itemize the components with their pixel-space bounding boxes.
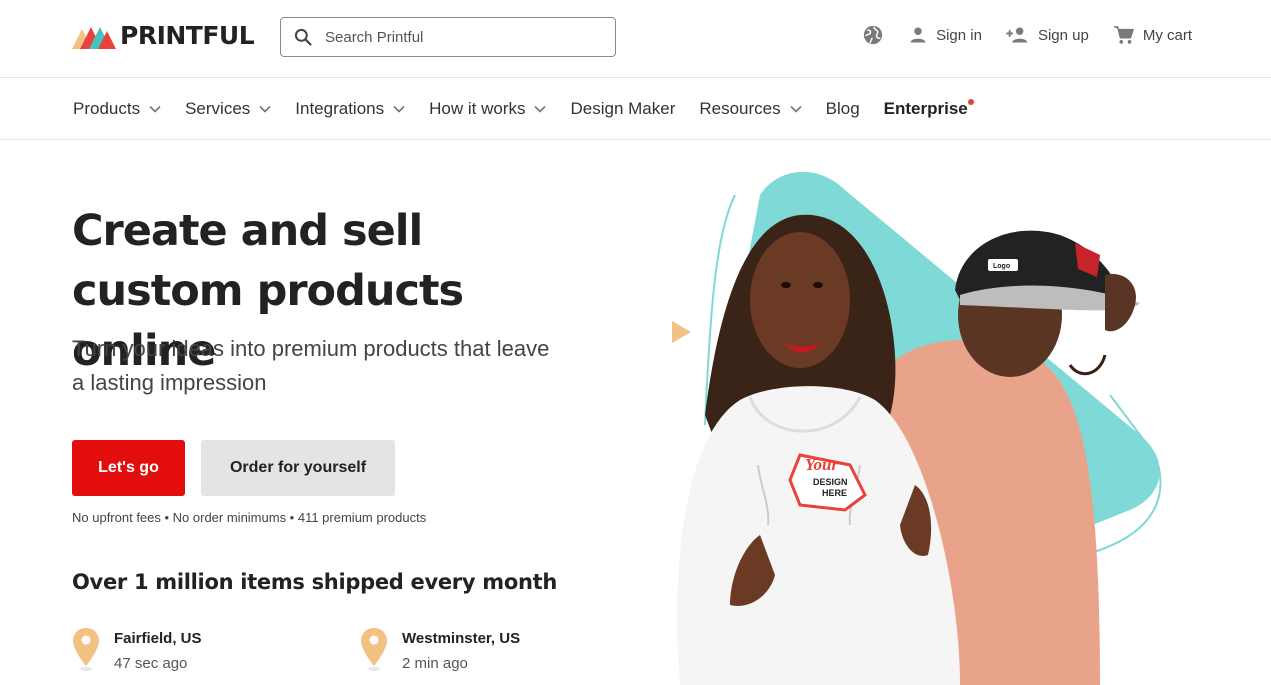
sign-in-label: Sign in	[936, 26, 982, 44]
nav-resources-label: Resources	[699, 99, 781, 118]
chevron-down-icon	[534, 105, 547, 113]
nav-blog[interactable]: Blog	[826, 99, 860, 119]
sign-in-link[interactable]: Sign in	[908, 25, 982, 45]
nav-how-it-works[interactable]: How it works	[429, 99, 547, 119]
nav-resources[interactable]: Resources	[699, 99, 802, 119]
add-user-icon	[1006, 27, 1028, 43]
shipment-city: Westminster, US	[402, 630, 521, 647]
nav-services[interactable]: Services	[185, 99, 271, 119]
sign-up-link[interactable]: Sign up	[1006, 25, 1089, 45]
cap-logo-text: Logo	[993, 263, 1010, 270]
nav-enterprise[interactable]: Enterprise	[883, 99, 974, 119]
chevron-down-icon	[393, 105, 405, 113]
cart-icon	[1113, 26, 1134, 44]
chevron-down-icon	[790, 105, 802, 113]
shipped-title: Over 1 million items shipped every month	[72, 570, 557, 594]
main-nav: Products Services Integrations How it wo…	[0, 79, 1271, 140]
nav-services-label: Services	[185, 99, 251, 118]
nav-integrations-label: Integrations	[295, 99, 385, 118]
notification-dot	[967, 99, 974, 105]
nav-products-label: Products	[73, 99, 141, 118]
shipment-time: 2 min ago	[402, 655, 468, 672]
shipment-item: Westminster, US 2 min ago	[360, 626, 520, 672]
chevron-down-icon	[149, 105, 161, 113]
nav-enterprise-label: Enterprise	[883, 99, 968, 118]
location-pin-icon	[361, 628, 387, 671]
hero-illustration: Your DESIGN HERE Logo	[672, 171, 1162, 685]
nav-design-maker-label: Design Maker	[570, 99, 676, 118]
nav-integrations[interactable]: Integrations	[295, 99, 405, 119]
logo-text: PRINTFUL	[120, 21, 255, 50]
cart-link[interactable]: My cart	[1113, 24, 1192, 46]
art-text-design: DESIGN	[813, 477, 848, 487]
lets-go-button[interactable]: Let's go	[72, 440, 185, 496]
hero-subtitle: Turn your ideas into premium products th…	[72, 336, 550, 395]
printful-logo[interactable]: PRINTFUL	[72, 21, 255, 50]
user-icon	[910, 27, 926, 43]
order-for-yourself-button[interactable]: Order for yourself	[201, 440, 395, 496]
cart-label: My cart	[1142, 26, 1192, 44]
globe-icon	[863, 25, 883, 45]
orange-triangle-shape	[672, 321, 691, 343]
sign-up-label: Sign up	[1037, 26, 1089, 44]
nav-blog-label: Blog	[825, 99, 860, 118]
language-button[interactable]	[862, 24, 884, 46]
top-header: PRINTFUL Sign in	[0, 0, 1271, 78]
chevron-down-icon	[259, 105, 271, 113]
art-text-here: HERE	[822, 488, 847, 498]
search-icon	[294, 28, 312, 46]
location-pin-icon	[73, 628, 99, 671]
search-bar[interactable]	[280, 17, 616, 57]
nav-design-maker[interactable]: Design Maker	[570, 99, 675, 119]
nav-products[interactable]: Products	[73, 99, 161, 119]
shipment-time: 47 sec ago	[114, 655, 188, 672]
logo-mark-icon	[72, 27, 116, 49]
art-text-your: Your	[805, 455, 838, 474]
header-actions: Sign in Sign up My cart	[862, 24, 1192, 46]
hero-fine-print: No upfront fees • No order minimums • 41…	[72, 510, 427, 525]
search-input[interactable]	[323, 27, 583, 47]
shipment-city: Fairfield, US	[114, 630, 202, 647]
shipment-item: Fairfield, US 47 sec ago	[72, 626, 202, 672]
nav-how-it-works-label: How it works	[429, 99, 526, 118]
